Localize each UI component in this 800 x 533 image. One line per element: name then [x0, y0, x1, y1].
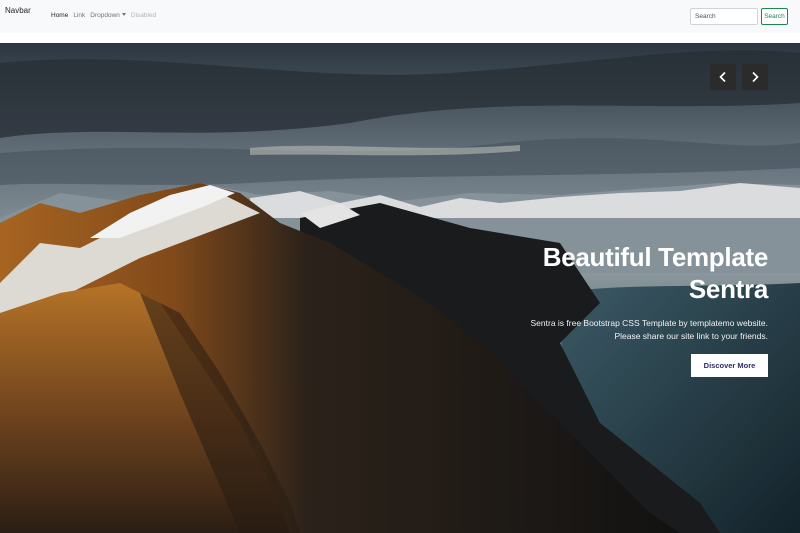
- carousel-next-button[interactable]: [742, 64, 768, 90]
- hero-carousel: Beautiful Template Sentra Sentra is free…: [0, 43, 800, 533]
- nav-dropdown[interactable]: Dropdown: [90, 12, 126, 19]
- hero-caption: Beautiful Template Sentra Sentra is free…: [531, 241, 769, 343]
- nav-dropdown-label: Dropdown: [90, 12, 120, 19]
- search-button[interactable]: Search: [761, 8, 788, 25]
- hero-description-line2: Please share our site link to your frien…: [614, 331, 768, 341]
- chevron-left-icon: [719, 71, 726, 83]
- hero-description: Sentra is free Bootstrap CSS Template by…: [531, 317, 769, 343]
- carousel-prev-button[interactable]: [710, 64, 736, 90]
- navbar-brand[interactable]: Navbar: [5, 6, 31, 15]
- hero-title: Beautiful Template Sentra: [531, 241, 769, 305]
- nav-link-home[interactable]: Home: [51, 12, 68, 19]
- nav-link-link[interactable]: Link: [73, 12, 85, 19]
- caret-down-icon: [121, 12, 126, 16]
- search-input[interactable]: [690, 8, 758, 25]
- hero-description-line1: Sentra is free Bootstrap CSS Template by…: [530, 318, 769, 328]
- nav-link-disabled: Disabled: [130, 12, 157, 19]
- hero-title-line2: Sentra: [688, 274, 768, 304]
- hero-title-line1: Beautiful Template: [542, 242, 769, 272]
- nav-links: Home Link Dropdown Disabled: [51, 12, 156, 19]
- discover-more-button[interactable]: Discover More: [691, 354, 768, 377]
- chevron-right-icon: [752, 71, 759, 83]
- navbar: Navbar Home Link Dropdown Disabled Searc…: [0, 0, 800, 33]
